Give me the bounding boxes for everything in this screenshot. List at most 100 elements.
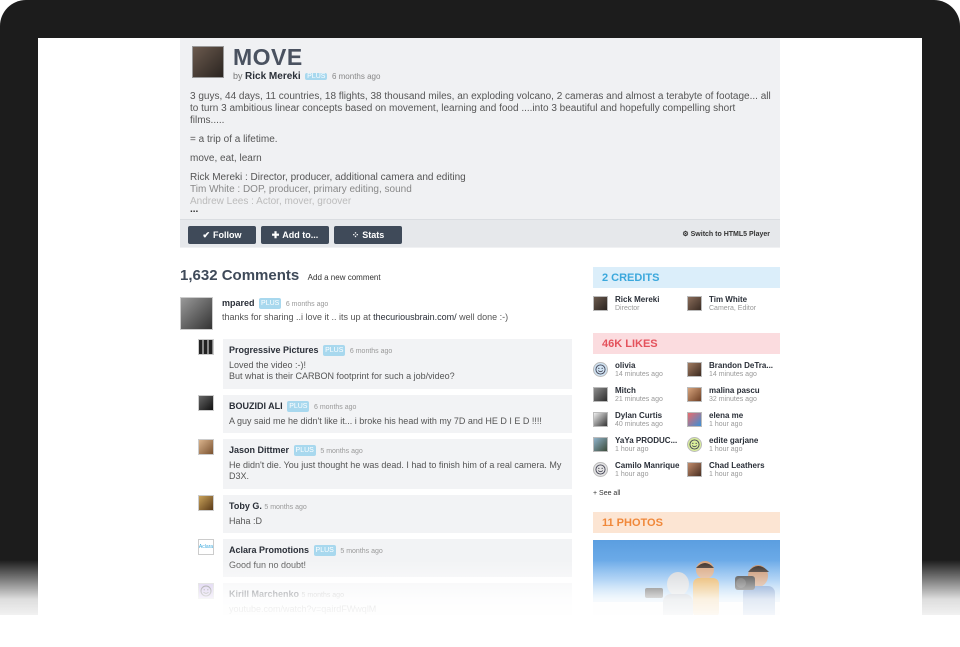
follow-label: Follow	[213, 230, 242, 240]
uploader-avatar[interactable]	[192, 46, 224, 78]
video-description-panel: MOVE by Rick Mereki PLUS 6 months ago 3 …	[180, 38, 780, 248]
smiley-icon	[595, 464, 606, 475]
credit-item[interactable]: Rick Mereki Director	[593, 295, 687, 317]
credit-name: Rick Mereki	[615, 295, 660, 304]
like-name: Brandon DeTra...	[709, 361, 774, 370]
like-item[interactable]: YaYa PRODUC... 1 hour ago	[593, 436, 687, 458]
comment-time: 5 months ago	[301, 592, 344, 599]
comment-author[interactable]: mpared	[222, 298, 255, 308]
photo-illustration	[593, 561, 780, 615]
avatar	[687, 462, 702, 477]
comment-body: Aclara Promotions PLUS 5 months ago Good…	[223, 539, 572, 577]
comment-text: thanks for sharing ..i love it .. its up…	[222, 312, 508, 323]
comment-text-part: well done :-)	[459, 312, 509, 322]
like-name: Mitch	[615, 386, 636, 395]
avatar	[687, 362, 702, 377]
comment-body: Toby G. 5 months ago Haha :D	[223, 495, 572, 533]
comment-line: But what is their CARBON footprint for s…	[229, 371, 455, 381]
comment-author[interactable]: Progressive Pictures	[229, 345, 319, 355]
comment-author[interactable]: Jason Dittmer	[229, 445, 289, 455]
comment-author[interactable]: BOUZIDI ALI	[229, 401, 283, 411]
comments-count: 1,632 Comments	[180, 267, 300, 284]
avatar	[593, 437, 608, 452]
like-item[interactable]: Chad Leathers 1 hour ago	[687, 461, 781, 483]
plus-badge: PLUS	[259, 298, 282, 309]
avatar[interactable]	[180, 297, 213, 330]
video-action-bar: ✔ Follow ✚ Add to... ⁘ Stats ⚙ Switch to…	[180, 219, 780, 247]
video-title: MOVE	[233, 44, 303, 70]
uploader-name[interactable]: Rick Mereki	[245, 71, 301, 82]
like-item[interactable]: Camilo Manrique 1 hour ago	[593, 461, 687, 483]
avatar	[593, 362, 608, 377]
comment-time: 6 months ago	[349, 348, 393, 355]
comment-author[interactable]: Aclara Promotions	[229, 545, 309, 555]
like-item[interactable]: Brandon DeTra... 14 minutes ago	[687, 361, 781, 383]
avatar[interactable]	[198, 495, 214, 511]
avatar[interactable]	[198, 583, 214, 599]
credit-item[interactable]: Tim White Camera, Editor	[687, 295, 781, 317]
comment-time: 5 months ago	[340, 548, 383, 555]
add-comment-link[interactable]: Add a new comment	[308, 273, 381, 282]
avatar	[593, 387, 608, 402]
comment-body: BOUZIDI ALI PLUS 6 months ago A guy said…	[223, 395, 572, 433]
plus-icon: ✚	[271, 229, 280, 240]
comment-link[interactable]: thecuriousbrain.com/	[373, 312, 457, 322]
likes-header[interactable]: 46K LIKES	[593, 333, 780, 354]
plus-badge: PLUS	[313, 545, 336, 556]
comments-header: 1,632 Comments Add a new comment	[180, 267, 381, 285]
checkmark-icon: ✔	[202, 229, 211, 240]
comment-time: 6 months ago	[314, 404, 357, 411]
comment-time: 5 months ago	[320, 448, 363, 455]
like-item[interactable]: Mitch 21 minutes ago	[593, 386, 687, 408]
stats-button[interactable]: ⁘ Stats	[334, 226, 402, 244]
comment-link[interactable]: youtube.com/watch?v=qairdFWwqlM	[229, 604, 566, 615]
comment-author[interactable]: Kirill Marchenko	[229, 589, 299, 599]
plus-badge: PLUS	[305, 73, 328, 80]
like-item[interactable]: elena me 1 hour ago	[687, 411, 781, 433]
photos-header[interactable]: 11 PHOTOS	[593, 512, 780, 533]
comment-body: Kirill Marchenko 5 months ago youtube.co…	[223, 583, 572, 615]
byline: by Rick Mereki PLUS 6 months ago	[233, 71, 380, 82]
credits-header[interactable]: 2 CREDITS	[593, 267, 780, 288]
avatar	[687, 296, 702, 311]
avatar	[593, 412, 608, 427]
like-item[interactable]: Dylan Curtis 40 minutes ago	[593, 411, 687, 433]
photo-thumbnail[interactable]	[593, 540, 780, 615]
reply-comment: Jason Dittmer PLUS 5 months ago He didn'…	[198, 439, 572, 489]
description-credit: Tim White : DOP, producer, primary editi…	[190, 184, 412, 195]
comment-text: He didn't die. You just thought he was d…	[229, 460, 562, 481]
avatar	[593, 462, 608, 477]
comment-author[interactable]: Toby G.	[229, 501, 262, 511]
stats-icon: ⁘	[351, 229, 360, 240]
html5-player-toggle[interactable]: ⚙ Switch to HTML5 Player	[682, 230, 770, 238]
avatar[interactable]	[198, 395, 214, 411]
like-item[interactable]: olivia 14 minutes ago	[593, 361, 687, 383]
see-all-likes-link[interactable]: + See all	[593, 490, 620, 497]
comment-line: Loved the video :-)!	[229, 360, 307, 370]
plus-badge: PLUS	[323, 345, 346, 356]
add-to-button[interactable]: ✚ Add to...	[261, 226, 329, 244]
like-name: Camilo Manrique	[615, 461, 680, 470]
avatar[interactable]	[198, 339, 214, 355]
like-time: 1 hour ago	[615, 446, 649, 453]
like-name: edite garjane	[709, 436, 759, 445]
reply-comment: Progressive Pictures PLUS 6 months ago L…	[198, 339, 572, 389]
description-paragraph: 3 guys, 44 days, 11 countries, 18 flight…	[190, 91, 771, 126]
comment-text-part: thanks for sharing ..i love it .. its up…	[222, 312, 371, 322]
comment-time: 6 months ago	[285, 301, 329, 308]
like-time: 1 hour ago	[709, 471, 743, 478]
like-name: olivia	[615, 361, 636, 370]
like-time: 21 minutes ago	[615, 396, 663, 403]
like-name: YaYa PRODUC...	[615, 436, 678, 445]
like-item[interactable]: malina pascu 32 minutes ago	[687, 386, 781, 408]
avatar[interactable]	[198, 439, 214, 455]
like-item[interactable]: edite garjane 1 hour ago	[687, 436, 781, 458]
like-time: 32 minutes ago	[709, 396, 757, 403]
avatar[interactable]: Aclara	[198, 539, 214, 555]
follow-button[interactable]: ✔ Follow	[188, 226, 256, 244]
comment-body: Progressive Pictures PLUS 6 months ago L…	[223, 339, 572, 389]
description-credit: Rick Mereki : Director, producer, additi…	[190, 172, 466, 183]
comment-text: Loved the video :-)! But what is their C…	[229, 360, 566, 382]
laptop-bezel: MOVE by Rick Mereki PLUS 6 months ago 3 …	[0, 0, 960, 615]
credit-role: Director	[615, 305, 640, 312]
